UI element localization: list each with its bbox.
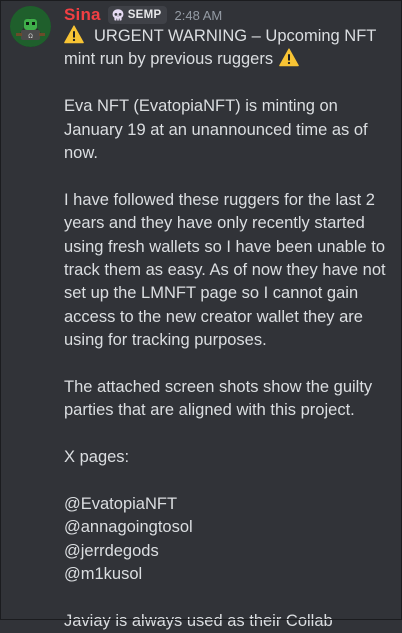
collab-paragraph: Javiay is always used as their Collab [64, 612, 333, 631]
x-pages-label: X pages: [64, 448, 130, 467]
handle-item: @m1kusol [64, 565, 143, 584]
chat-message: Ω Sina SEMP 2:48 AM URGENT WARNING – Upc… [0, 0, 402, 630]
user-avatar[interactable]: Ω [10, 6, 51, 47]
handle-item: @annagoingtosol [64, 518, 193, 537]
mint-info-paragraph: Eva NFT (EvatopiaNFT) is minting on Janu… [64, 97, 368, 163]
handle-list: @EvatopiaNFT @annagoingtosol @jerrdegods… [64, 493, 394, 587]
message-header: Sina SEMP 2:48 AM [64, 4, 222, 26]
handle-item: @jerrdegods [64, 541, 159, 560]
message-content: URGENT WARNING – Upcoming NFT mint run b… [64, 25, 394, 633]
svg-text:Ω: Ω [28, 33, 33, 40]
warning-icon [279, 48, 299, 67]
ruggers-paragraph: I have followed these ruggers for the la… [64, 190, 386, 350]
headline-paragraph: URGENT WARNING – Upcoming NFT mint run b… [64, 25, 394, 72]
skull-icon [111, 8, 125, 22]
headline-text: URGENT WARNING – Upcoming NFT mint run b… [64, 27, 377, 69]
username[interactable]: Sina [64, 5, 101, 25]
server-tag-label: SEMP [127, 9, 162, 21]
handle-item: @EvatopiaNFT [64, 495, 178, 514]
warning-icon [64, 25, 84, 44]
message-timestamp[interactable]: 2:48 AM [175, 8, 223, 23]
screenshots-paragraph: The attached screen shots show the guilt… [64, 378, 373, 420]
avatar-icon: Ω [10, 6, 51, 47]
server-tag[interactable]: SEMP [107, 6, 167, 24]
